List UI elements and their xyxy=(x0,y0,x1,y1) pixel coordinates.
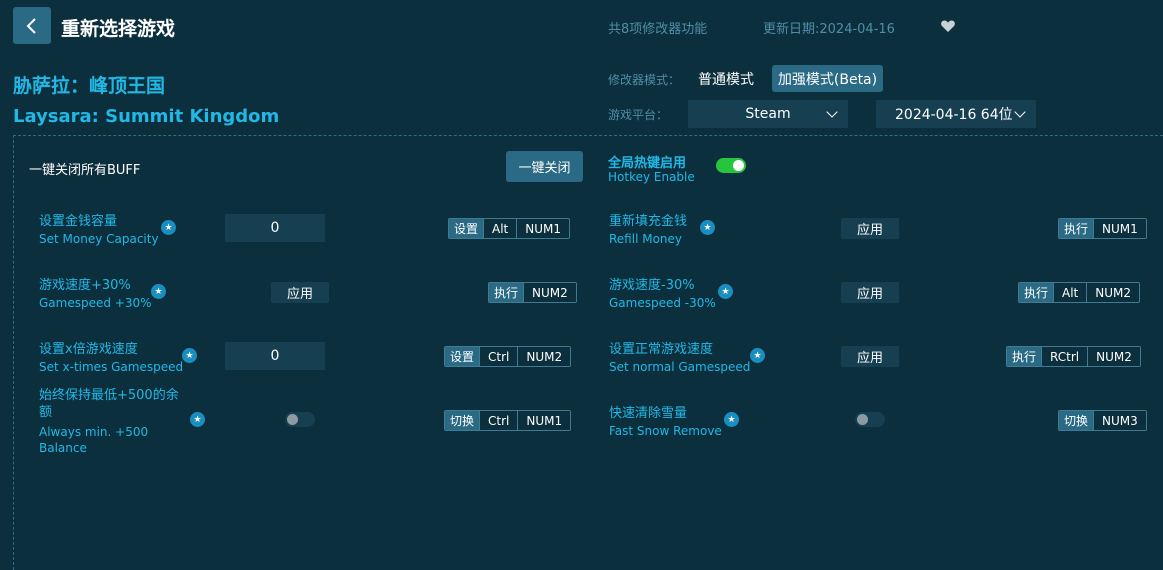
hotkey-key: NUM2 xyxy=(523,283,576,302)
min-balance-toggle[interactable] xyxy=(285,412,315,427)
hotkey-combo: 切换 NUM3 xyxy=(1058,410,1147,431)
heart-icon[interactable] xyxy=(940,18,956,34)
feature-label-cn: 始终保持最低+500的余额 xyxy=(39,388,179,420)
mode-label: 修改器模式： xyxy=(608,73,681,87)
money-capacity-input[interactable]: 0 xyxy=(225,214,325,242)
refill-money-apply-button[interactable]: 应用 xyxy=(841,218,899,239)
hotkey-key: NUM2 xyxy=(517,347,571,366)
hotkey-combo: 执行 RCtrl NUM2 xyxy=(1006,346,1141,367)
star-icon: ★ xyxy=(750,348,765,363)
version-select[interactable]: 2024-04-16 64位 xyxy=(876,100,1036,128)
hotkey-enable-toggle[interactable] xyxy=(716,158,746,173)
gamespeed-up-apply-button[interactable]: 应用 xyxy=(271,282,329,303)
hotkey-action: 执行 xyxy=(1007,347,1042,366)
platform-label: 游戏平台： xyxy=(608,108,669,122)
feature-label-cn: 快速清除雪量 xyxy=(609,406,688,421)
hotkey-key: NUM1 xyxy=(517,411,571,430)
feature-label-en: Gamespeed +30% xyxy=(39,296,152,310)
hotkey-action: 执行 xyxy=(1019,283,1054,302)
normal-gamespeed-apply-button[interactable]: 应用 xyxy=(841,346,899,367)
hotkey-action: 切换 xyxy=(445,411,480,430)
mode-enhanced-button[interactable]: 加强模式(Beta) xyxy=(772,65,883,92)
hotkey-combo: 切换 Ctrl NUM1 xyxy=(444,410,572,431)
hotkey-key: NUM1 xyxy=(516,219,570,238)
hotkey-combo: 执行 Alt NUM2 xyxy=(1018,282,1141,303)
feature-label-en: Set normal Gamespeed xyxy=(609,360,751,374)
snow-remove-toggle[interactable] xyxy=(855,412,885,427)
star-icon: ★ xyxy=(151,284,166,299)
back-button[interactable] xyxy=(13,7,51,44)
hotkey-key: Ctrl xyxy=(479,347,518,366)
hotkey-key: NUM1 xyxy=(1093,219,1146,238)
feature-label-en: Always min. +500 Balance xyxy=(39,425,149,455)
chevron-down-icon xyxy=(1014,106,1026,118)
hotkey-combo: 设置 Ctrl NUM2 xyxy=(444,346,572,367)
gamespeed-down-apply-button[interactable]: 应用 xyxy=(841,282,899,303)
all-off-label: 一键关闭所有BUFF xyxy=(29,163,141,178)
star-icon: ★ xyxy=(182,348,197,363)
hotkey-key: NUM3 xyxy=(1093,411,1146,430)
star-icon: ★ xyxy=(724,412,739,427)
feature-label-cn: 设置x倍游戏速度 xyxy=(39,342,138,357)
hotkey-action: 设置 xyxy=(449,219,484,238)
platform-select[interactable]: Steam xyxy=(688,100,848,128)
hotkey-key: Ctrl xyxy=(479,411,518,430)
feature-label-en: Set x-times Gamespeed xyxy=(39,360,184,374)
hotkey-key: Alt xyxy=(1053,283,1087,302)
hotkey-combo: 设置 Alt NUM1 xyxy=(448,218,571,239)
feature-label-en: Set Money Capacity xyxy=(39,232,159,246)
hotkey-key: Alt xyxy=(483,219,517,238)
hotkey-key: NUM2 xyxy=(1086,283,1140,302)
update-date: 更新日期:2024-04-16 xyxy=(763,22,895,37)
star-icon: ★ xyxy=(718,284,733,299)
game-name-cn: 胁萨拉：峰顶王国 xyxy=(13,75,166,97)
gamespeed-multiplier-input[interactable]: 0 xyxy=(225,342,325,370)
version-value: 2024-04-16 64位 xyxy=(895,107,1013,123)
feature-label-en: Fast Snow Remove xyxy=(609,424,722,438)
hotkey-enable-label-cn: 全局热键启用 xyxy=(608,156,687,171)
game-name-en: Laysara: Summit Kingdom xyxy=(13,106,280,127)
hotkey-key: NUM2 xyxy=(1087,347,1140,366)
platform-value: Steam xyxy=(745,106,791,122)
feature-label-cn: 设置正常游戏速度 xyxy=(609,342,714,357)
feature-count: 共8项修改器功能 xyxy=(608,22,708,37)
feature-label-en: Gamespeed -30% xyxy=(609,296,716,310)
hotkey-combo: 执行 NUM1 xyxy=(1058,218,1147,239)
feature-label-cn: 重新填充金钱 xyxy=(609,214,688,229)
feature-label-cn: 设置金钱容量 xyxy=(39,214,118,229)
mode-normal-button[interactable]: 普通模式 xyxy=(690,65,762,92)
hotkey-action: 执行 xyxy=(489,283,524,302)
feature-label-cn: 游戏速度-30% xyxy=(609,278,695,293)
star-icon: ★ xyxy=(161,220,176,235)
star-icon: ★ xyxy=(190,412,205,427)
hotkey-action: 执行 xyxy=(1059,219,1094,238)
chevron-left-icon xyxy=(26,17,36,34)
all-off-button[interactable]: 一键关闭 xyxy=(506,151,583,182)
hotkey-action: 设置 xyxy=(445,347,480,366)
star-icon: ★ xyxy=(700,220,715,235)
hotkey-enable-label-en: Hotkey Enable xyxy=(608,170,695,184)
hotkey-key: RCtrl xyxy=(1041,347,1088,366)
chevron-down-icon xyxy=(826,106,838,118)
feature-label-en: Refill Money xyxy=(609,232,683,246)
feature-label-cn: 游戏速度+30% xyxy=(39,278,131,293)
page-title: 重新选择游戏 xyxy=(61,18,176,40)
hotkey-action: 切换 xyxy=(1059,411,1094,430)
hotkey-combo: 执行 NUM2 xyxy=(488,282,577,303)
